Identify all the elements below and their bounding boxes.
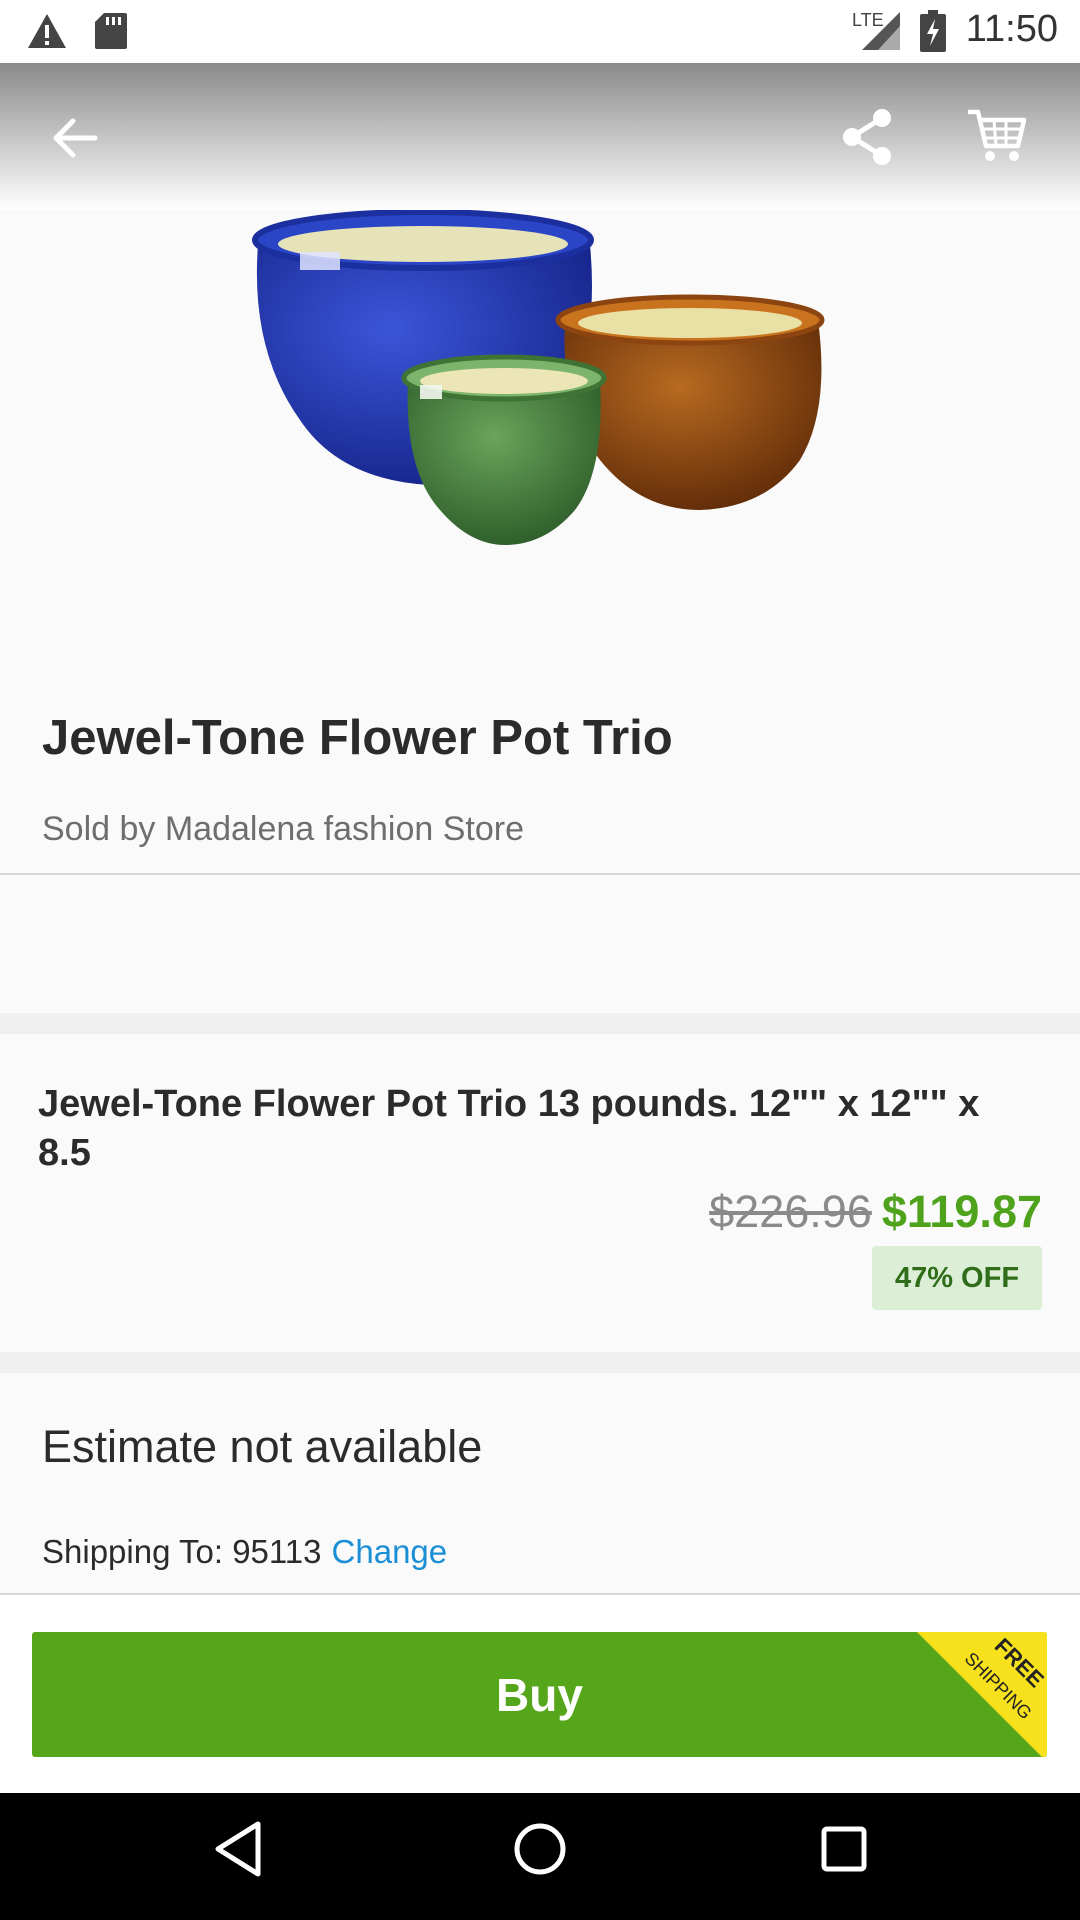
empty-section bbox=[0, 875, 1080, 1013]
cart-icon bbox=[968, 109, 1027, 161]
price-row: $226.96 $119.87 bbox=[709, 1186, 1042, 1238]
product-description: Jewel-Tone Flower Pot Trio 13 pounds. 12… bbox=[38, 1083, 980, 1174]
nav-recents-icon[interactable] bbox=[820, 1819, 868, 1879]
app-toolbar bbox=[0, 63, 1080, 210]
shipping-section: Estimate not available Shipping To: 9511… bbox=[0, 1373, 1080, 1593]
cart-button[interactable] bbox=[962, 101, 1032, 171]
seller-label[interactable]: Sold by Madalena fashion Store bbox=[42, 810, 524, 849]
buy-bar: Buy FREE SHIPPING bbox=[0, 1593, 1080, 1795]
sd-card-icon bbox=[95, 13, 127, 49]
warning-icon bbox=[28, 14, 66, 48]
sale-price: $119.87 bbox=[881, 1186, 1042, 1237]
price-section: Jewel-Tone Flower Pot Trio 13 pounds. 12… bbox=[0, 1034, 1080, 1355]
original-price: $226.96 bbox=[709, 1186, 872, 1237]
brown-pot bbox=[564, 320, 822, 510]
share-icon bbox=[843, 109, 891, 165]
free-shipping-badge: FREE SHIPPING bbox=[917, 1632, 1047, 1757]
nav-back-icon[interactable] bbox=[212, 1819, 264, 1879]
product-title: Jewel-Tone Flower Pot Trio bbox=[42, 711, 673, 765]
shipping-to-label: Shipping To: 95113 bbox=[42, 1533, 322, 1570]
buy-label: Buy bbox=[496, 1668, 583, 1721]
arrow-left-icon bbox=[53, 118, 98, 158]
system-nav-bar bbox=[0, 1793, 1080, 1920]
discount-badge: 47% OFF bbox=[872, 1246, 1042, 1310]
product-image bbox=[252, 210, 825, 545]
battery-charging-icon bbox=[920, 10, 946, 52]
delivery-estimate: Estimate not available bbox=[42, 1421, 483, 1472]
section-divider bbox=[0, 1013, 1080, 1034]
section-divider bbox=[0, 1352, 1080, 1373]
signal-icon bbox=[862, 12, 900, 50]
green-pot bbox=[407, 380, 601, 545]
buy-button[interactable]: Buy FREE SHIPPING bbox=[32, 1632, 1047, 1757]
product-title-section: Jewel-Tone Flower Pot Trio Sold by Madal… bbox=[0, 680, 1080, 875]
shipping-destination: Shipping To: 95113 Change bbox=[42, 1533, 447, 1571]
clock: 11:50 bbox=[965, 8, 1058, 50]
share-button[interactable] bbox=[832, 99, 902, 175]
status-bar: LTE 11:50 bbox=[0, 0, 1080, 63]
nav-home-icon[interactable] bbox=[512, 1819, 568, 1879]
back-button[interactable] bbox=[40, 103, 110, 173]
change-zip-link[interactable]: Change bbox=[332, 1533, 448, 1570]
